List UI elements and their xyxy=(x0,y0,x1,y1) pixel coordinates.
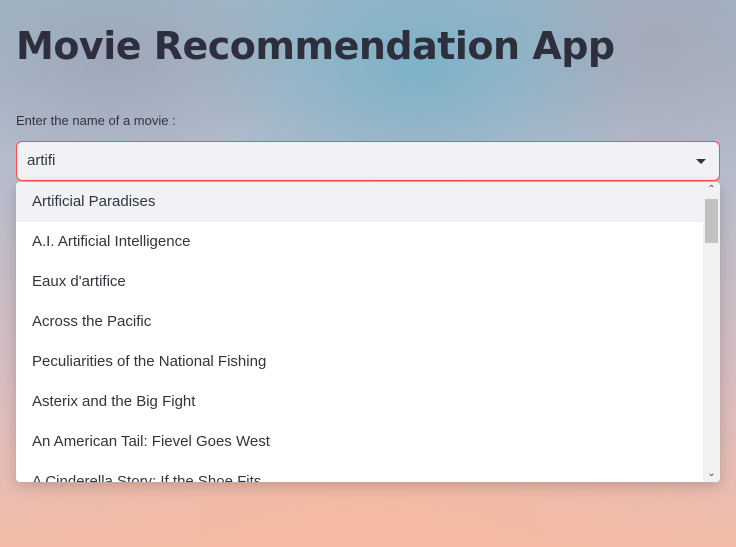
scrollbar-thumb[interactable] xyxy=(705,199,718,243)
chevron-down-icon[interactable]: ⌄ xyxy=(703,466,720,482)
movie-options-dropdown: Artificial Paradises A.I. Artificial Int… xyxy=(16,182,720,482)
movie-select-label: Enter the name of a movie : xyxy=(16,113,176,128)
dropdown-scrollbar[interactable]: ⌃ ⌄ xyxy=(703,182,720,482)
movie-select[interactable] xyxy=(16,141,720,181)
option-item[interactable]: A Cinderella Story: If the Shoe Fits xyxy=(16,462,703,482)
option-item[interactable]: A.I. Artificial Intelligence xyxy=(16,222,703,262)
options-list: Artificial Paradises A.I. Artificial Int… xyxy=(16,182,703,482)
option-item[interactable]: Asterix and the Big Fight xyxy=(16,382,703,422)
caret-down-icon[interactable] xyxy=(696,159,706,164)
option-item[interactable]: Peculiarities of the National Fishing xyxy=(16,342,703,382)
movie-search-input[interactable] xyxy=(27,142,667,180)
option-item[interactable]: Eaux d'artifice xyxy=(16,262,703,302)
option-item[interactable]: An American Tail: Fievel Goes West xyxy=(16,422,703,462)
option-item[interactable]: Across the Pacific xyxy=(16,302,703,342)
option-item[interactable]: Artificial Paradises xyxy=(16,182,703,222)
chevron-up-icon[interactable]: ⌃ xyxy=(703,182,720,198)
page-title: Movie Recommendation App xyxy=(16,24,615,68)
